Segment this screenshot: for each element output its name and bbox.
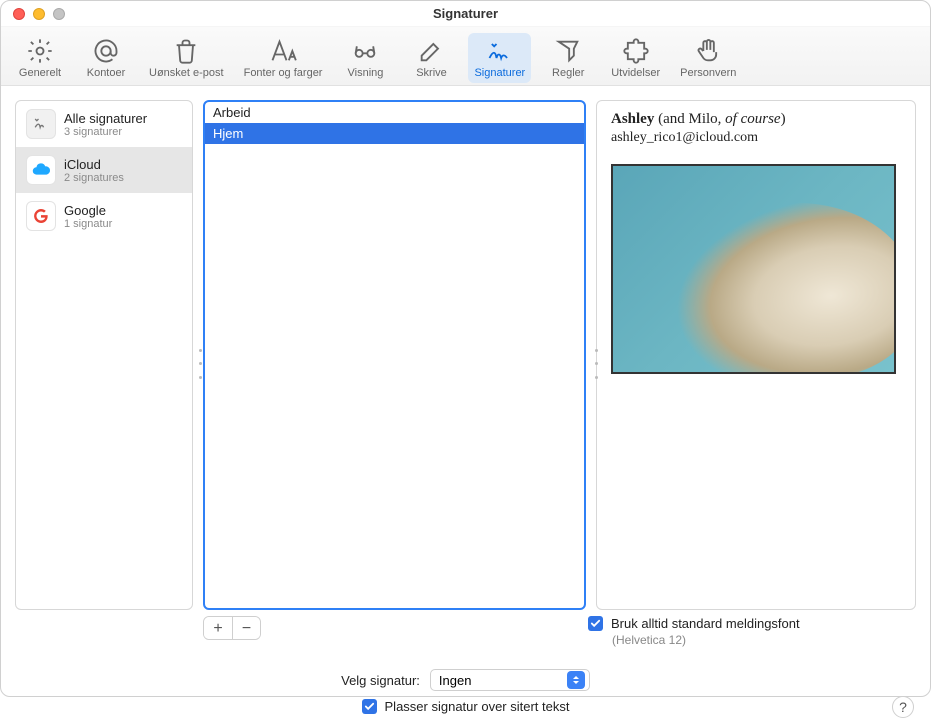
account-name: iCloud bbox=[64, 157, 124, 172]
tab-junk[interactable]: Uønsket e-post bbox=[143, 33, 230, 83]
account-all-signatures[interactable]: Alle signaturer 3 signaturer bbox=[16, 101, 192, 147]
preview-image bbox=[611, 164, 896, 374]
compose-icon bbox=[417, 37, 445, 65]
add-remove-buttons: + − bbox=[203, 616, 261, 640]
tab-label: Regler bbox=[552, 67, 584, 79]
titlebar: Signaturer bbox=[1, 1, 930, 27]
signature-item-hjem[interactable]: Hjem bbox=[205, 123, 584, 144]
tab-general[interactable]: Generelt bbox=[11, 33, 69, 83]
tab-composing[interactable]: Skrive bbox=[402, 33, 460, 83]
account-sub: 2 signatures bbox=[64, 172, 124, 184]
fonts-icon bbox=[269, 37, 297, 65]
gear-icon bbox=[26, 37, 54, 65]
glasses-icon bbox=[351, 37, 379, 65]
trash-icon bbox=[172, 37, 200, 65]
bottom-options: Velg signatur: Ingen Plasser signatur ov… bbox=[1, 669, 930, 714]
close-window-button[interactable] bbox=[13, 8, 25, 20]
minimize-window-button[interactable] bbox=[33, 8, 45, 20]
zoom-window-button[interactable] bbox=[53, 8, 65, 20]
account-icloud[interactable]: iCloud 2 signatures bbox=[16, 147, 192, 193]
signatures-panel: Alle signaturer 3 signaturer iCloud 2 si… bbox=[1, 86, 930, 616]
tab-label: Visning bbox=[348, 67, 384, 79]
window-controls bbox=[13, 8, 65, 20]
tab-label: Personvern bbox=[680, 67, 736, 79]
at-icon bbox=[92, 37, 120, 65]
choose-signature-value: Ingen bbox=[439, 673, 472, 688]
hand-icon bbox=[694, 37, 722, 65]
tab-fonts-colors[interactable]: Fonter og farger bbox=[238, 33, 329, 83]
signature-names-list[interactable]: Arbeid Hjem bbox=[203, 100, 586, 610]
icloud-icon bbox=[26, 155, 56, 185]
rules-icon bbox=[554, 37, 582, 65]
preview-name-line: Ashley (and Milo, of course) bbox=[611, 111, 901, 128]
place-above-quoted-label: Plasser signatur over sitert tekst bbox=[385, 699, 570, 714]
signature-preview[interactable]: Ashley (and Milo, of course) ashley_rico… bbox=[596, 100, 916, 610]
choose-signature-select[interactable]: Ingen bbox=[430, 669, 590, 691]
tab-label: Generelt bbox=[19, 67, 61, 79]
tab-viewing[interactable]: Visning bbox=[336, 33, 394, 83]
signature-icon bbox=[486, 37, 514, 65]
account-name: Alle signaturer bbox=[64, 111, 147, 126]
tab-extensions[interactable]: Utvidelser bbox=[605, 33, 666, 83]
choose-signature-row: Velg signatur: Ingen bbox=[341, 669, 590, 691]
account-google[interactable]: Google 1 signatur bbox=[16, 193, 192, 239]
tab-signatures[interactable]: Signaturer bbox=[468, 33, 531, 83]
help-button[interactable]: ? bbox=[892, 696, 914, 718]
tab-label: Fonter og farger bbox=[244, 67, 323, 79]
preview-name-bold: Ashley bbox=[611, 111, 654, 127]
column-resize-handle-left[interactable] bbox=[199, 349, 205, 379]
select-arrows-icon bbox=[567, 671, 585, 689]
tab-label: Utvidelser bbox=[611, 67, 660, 79]
below-columns-row: + − Bruk alltid standard meldingsfont (H… bbox=[1, 616, 930, 647]
tab-label: Skrive bbox=[416, 67, 447, 79]
signature-badge-icon bbox=[26, 109, 56, 139]
preview-name-text2: ) bbox=[781, 111, 786, 127]
tab-accounts[interactable]: Kontoer bbox=[77, 33, 135, 83]
tab-rules[interactable]: Regler bbox=[539, 33, 597, 83]
tab-label: Uønsket e-post bbox=[149, 67, 224, 79]
tab-label: Signaturer bbox=[474, 67, 525, 79]
remove-signature-button[interactable]: − bbox=[232, 617, 260, 640]
place-above-quoted-checkbox[interactable] bbox=[362, 699, 377, 714]
account-sub: 3 signaturer bbox=[64, 126, 147, 138]
use-default-font-group: Bruk alltid standard meldingsfont (Helve… bbox=[588, 616, 908, 647]
preferences-toolbar: Generelt Kontoer Uønsket e-post Fonter o… bbox=[1, 27, 930, 86]
google-icon bbox=[26, 201, 56, 231]
tab-label: Kontoer bbox=[87, 67, 126, 79]
add-signature-button[interactable]: + bbox=[204, 617, 232, 640]
choose-signature-label: Velg signatur: bbox=[341, 673, 420, 688]
preview-name-italic: of course bbox=[725, 111, 780, 127]
signature-item-arbeid[interactable]: Arbeid bbox=[205, 102, 584, 123]
use-default-font-checkbox[interactable] bbox=[588, 616, 603, 631]
puzzle-icon bbox=[622, 37, 650, 65]
tab-privacy[interactable]: Personvern bbox=[674, 33, 742, 83]
use-default-font-label: Bruk alltid standard meldingsfont bbox=[611, 616, 800, 631]
window-title: Signaturer bbox=[11, 6, 920, 21]
account-sub: 1 signatur bbox=[64, 218, 112, 230]
use-default-font-sub: (Helvetica 12) bbox=[588, 633, 908, 647]
preview-email: ashley_rico1@icloud.com bbox=[611, 130, 901, 146]
preview-name-text1: (and Milo, bbox=[654, 111, 725, 127]
accounts-list: Alle signaturer 3 signaturer iCloud 2 si… bbox=[15, 100, 193, 610]
column-resize-handle-right[interactable] bbox=[595, 349, 601, 379]
place-above-quoted-row: Plasser signatur over sitert tekst bbox=[362, 699, 570, 714]
account-name: Google bbox=[64, 203, 112, 218]
